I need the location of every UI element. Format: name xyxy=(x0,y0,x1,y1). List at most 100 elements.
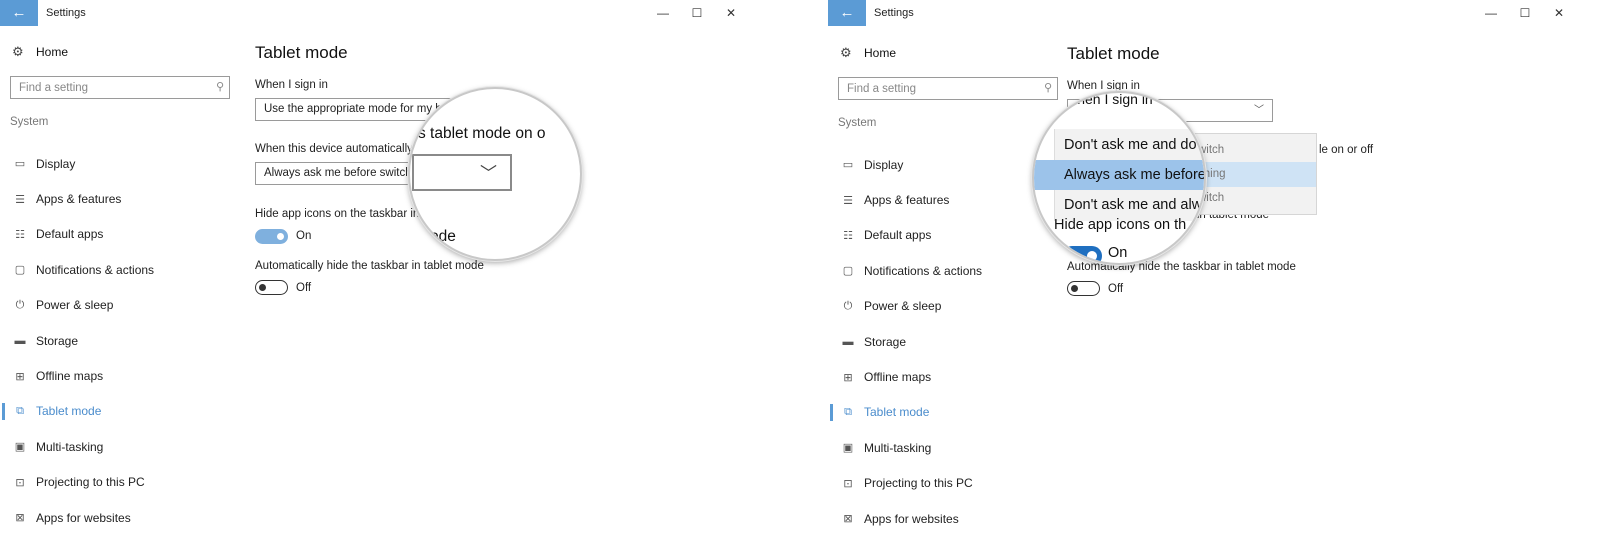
back-button[interactable]: ← xyxy=(828,0,866,26)
back-button[interactable]: ← xyxy=(0,0,38,26)
sidebar-item-default-apps[interactable]: ☷ Default apps xyxy=(0,217,240,252)
web-apps-icon: ⊠ xyxy=(843,513,853,526)
sidebar-item-notifications[interactable]: ▢ Notifications & actions xyxy=(828,253,1068,288)
sidebar-item-offline-maps[interactable]: ⊞ Offline maps xyxy=(828,359,1068,394)
sidebar-item-label: Offline maps xyxy=(864,370,932,385)
sidebar-item-label: Apps & features xyxy=(864,193,950,208)
hide-taskbar-state: Off xyxy=(296,282,312,294)
chevron-down-icon: ﹀ xyxy=(480,164,497,183)
magnified-switch-label: s tablet mode on o xyxy=(418,125,546,142)
magnified-option: Don't ask me and alw xyxy=(1064,197,1203,213)
section-label: System xyxy=(838,117,877,129)
magnified-hide-icons-label: Hide app icons on th xyxy=(1054,217,1187,233)
hide-taskbar-toggle[interactable] xyxy=(1067,281,1100,296)
page-title: Tablet mode xyxy=(255,43,348,62)
search-box[interactable]: ⚲ xyxy=(838,77,1058,100)
home-label: Home xyxy=(864,46,897,60)
display-icon: ▭ xyxy=(14,158,26,171)
sidebar-item-label: Tablet mode xyxy=(864,405,930,420)
panel-gap xyxy=(760,0,828,550)
magnifier-lens: s tablet mode on o ﹀ ode xyxy=(408,87,582,261)
settings-window-right: ← Settings — ☐ ✕ ⚙ Home ⚲ System ▭Displa… xyxy=(828,0,1588,550)
main-content: Tablet mode When I sign in Use the appro… xyxy=(255,0,755,550)
apps-list-icon: ☰ xyxy=(15,193,25,206)
projector-icon: ⊡ xyxy=(15,476,25,489)
home-label: Home xyxy=(36,45,69,59)
toggle-knob xyxy=(1087,251,1097,261)
multitasking-icon: ▣ xyxy=(14,441,26,454)
power-icon: ⏻ xyxy=(15,298,25,311)
magnified-mode-text: ode xyxy=(430,228,456,245)
power-icon: ⏻ xyxy=(843,299,853,312)
gear-icon: ⚙ xyxy=(840,45,852,60)
hide-icons-toggle[interactable] xyxy=(255,229,288,244)
gear-icon: ⚙ xyxy=(12,44,24,59)
sidebar-item-label: Display xyxy=(36,156,76,171)
toggle-knob xyxy=(1071,284,1078,292)
sidebar-item-power-sleep[interactable]: ⏻ Power & sleep xyxy=(828,289,1068,324)
sidebar-item-label: Notifications & actions xyxy=(36,262,155,277)
default-apps-icon: ☷ xyxy=(15,228,25,241)
sidebar-item-label: Power & sleep xyxy=(36,298,114,313)
settings-window-left: ← Settings — ☐ ✕ ⚙ Home ⚲ System ▭Displa… xyxy=(0,0,760,550)
hide-icons-label: Hide app icons on the taskbar in xyxy=(255,208,420,220)
window-title: Settings xyxy=(874,7,914,19)
sidebar-item-offline-maps[interactable]: ⊞ Offline maps xyxy=(0,358,240,393)
display-icon: ▭ xyxy=(842,159,854,172)
projector-icon: ⊡ xyxy=(843,477,853,490)
map-icon: ⊞ xyxy=(15,370,25,383)
hide-taskbar-state: Off xyxy=(1108,283,1124,295)
sidebar-item-apps-websites[interactable]: ⊠ Apps for websites xyxy=(828,501,1068,536)
magnified-switch-dropdown: ﹀ xyxy=(412,154,512,191)
sidebar-item-label: Notifications & actions xyxy=(864,263,983,278)
magnified-signin-label: When I sign in xyxy=(1064,91,1153,107)
home-link[interactable]: ⚙ Home xyxy=(840,45,896,61)
home-link[interactable]: ⚙ Home xyxy=(12,44,68,60)
sidebar-item-display[interactable]: ▭ Display xyxy=(0,146,240,181)
sidebar-item-projecting[interactable]: ⊡ Projecting to this PC xyxy=(828,466,1068,501)
hide-taskbar-toggle[interactable] xyxy=(255,280,288,295)
search-icon[interactable]: ⚲ xyxy=(216,80,224,93)
sidebar-item-label: Projecting to this PC xyxy=(864,476,973,491)
search-box[interactable]: ⚲ xyxy=(10,76,230,99)
sidebar-item-tablet-mode[interactable]: ⧉ Tablet mode xyxy=(828,395,1068,430)
hide-icons-state: On xyxy=(296,230,312,242)
sidebar-item-multitasking[interactable]: ▣ Multi-tasking xyxy=(0,429,240,464)
signin-label: When I sign in xyxy=(255,79,328,91)
magnified-option-selected: Always ask me before xyxy=(1034,160,1204,190)
sidebar-nav: ▭ Display ☰ Apps & features ☷ Default apps … xyxy=(828,147,1068,536)
chevron-down-icon: ﹀ xyxy=(1254,105,1264,116)
search-input[interactable] xyxy=(11,77,207,98)
magnifier-lens: When I sign in Don't ask me and do Alway… xyxy=(1032,91,1206,265)
sidebar-item-projecting[interactable]: ⊡ Projecting to this PC xyxy=(0,465,240,500)
tablet-icon: ⧉ xyxy=(844,405,852,418)
search-input[interactable] xyxy=(839,78,1035,99)
main-content: Tablet mode When I sign in ﹀ le on or of… xyxy=(1067,0,1567,550)
switch-dropdown-value: Always ask me before switchi xyxy=(264,167,415,179)
storage-icon: ▬ xyxy=(842,335,854,348)
sidebar-item-apps-features[interactable]: ☰ Apps & features xyxy=(0,181,240,216)
sidebar-item-label: Projecting to this PC xyxy=(36,475,145,490)
sidebar-item-label: Storage xyxy=(864,334,907,349)
sidebar-item-default-apps[interactable]: ☷ Default apps xyxy=(828,218,1068,253)
sidebar-item-label: Tablet mode xyxy=(36,404,102,419)
storage-icon: ▬ xyxy=(14,334,26,347)
sidebar-item-storage[interactable]: ▬ Storage xyxy=(0,323,240,358)
sidebar-item-label: Apps for websites xyxy=(864,511,959,526)
search-icon[interactable]: ⚲ xyxy=(1044,81,1052,94)
sidebar-item-multitasking[interactable]: ▣ Multi-tasking xyxy=(828,430,1068,465)
sidebar-item-power-sleep[interactable]: ⏻ Power & sleep xyxy=(0,288,240,323)
tablet-icon: ⧉ xyxy=(16,404,24,417)
sidebar-item-apps-websites[interactable]: ⊠ Apps for websites xyxy=(0,500,240,535)
toggle-knob xyxy=(259,283,266,291)
sidebar-item-label: Default apps xyxy=(864,228,932,243)
sidebar-item-tablet-mode[interactable]: ⧉ Tablet mode xyxy=(0,394,240,429)
notification-icon: ▢ xyxy=(842,265,854,278)
sidebar-item-label: Offline maps xyxy=(36,369,104,384)
sidebar-item-label: Default apps xyxy=(36,227,104,242)
sidebar-item-notifications[interactable]: ▢ Notifications & actions xyxy=(0,252,240,287)
switch-label-tail: le on or off xyxy=(1319,144,1374,156)
default-apps-icon: ☷ xyxy=(843,229,853,242)
sidebar-item-storage[interactable]: ▬ Storage xyxy=(828,324,1068,359)
map-icon: ⊞ xyxy=(843,371,853,384)
